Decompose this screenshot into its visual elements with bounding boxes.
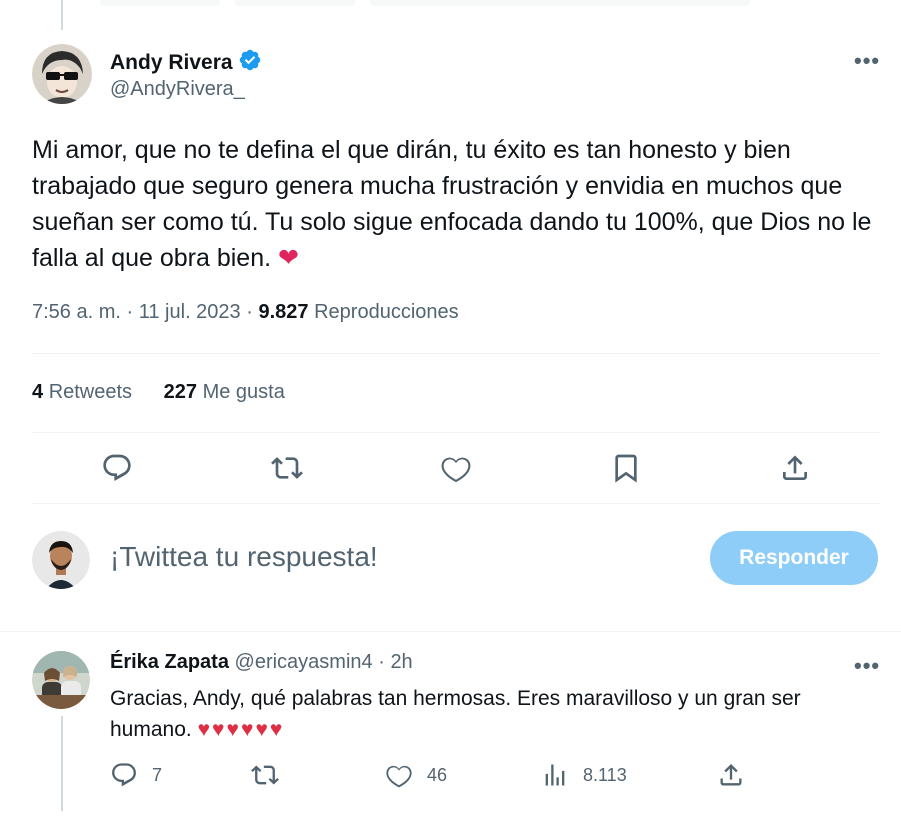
views-action[interactable]: 8.113 <box>541 761 627 789</box>
reply-time[interactable]: 2h <box>390 651 412 673</box>
view-count: 8.113 <box>583 764 627 785</box>
divider <box>32 432 880 433</box>
reply-icon[interactable] <box>101 452 133 484</box>
reply-button[interactable]: Responder <box>710 531 878 585</box>
ellipsis-icon[interactable]: ••• <box>854 48 880 74</box>
share-icon[interactable] <box>779 452 811 484</box>
views-count: 9.827 <box>258 301 309 323</box>
share-action[interactable] <box>717 761 745 789</box>
avatar[interactable] <box>32 44 92 104</box>
reply-count: 7 <box>152 764 163 785</box>
reply-author-handle[interactable]: @ericayasmin4 <box>235 651 373 673</box>
heart-emoji: ❤ <box>278 244 299 272</box>
verified-badge-icon <box>238 48 262 72</box>
like-count: 46 <box>427 764 448 785</box>
divider <box>32 353 880 354</box>
tweet-text: Mi amor, que no te defina el que dirán, … <box>32 136 872 272</box>
reply-action[interactable]: 7 <box>110 761 162 789</box>
reply-text: Gracias, Andy, qué palabras tan hermosas… <box>110 687 801 741</box>
retweet-icon[interactable] <box>271 452 303 484</box>
like-icon <box>386 765 412 788</box>
reply-icon <box>112 763 136 787</box>
share-icon <box>720 764 742 786</box>
thread-line <box>61 716 63 811</box>
reply-header: Érika Zapata @ericayasmin4 · 2h <box>110 651 413 673</box>
previous-tweet-remnant <box>0 0 901 30</box>
tweet-stats: 4 Retweets 227 Me gusta <box>32 381 311 404</box>
likes-stat[interactable]: 227 Me gusta <box>164 381 285 404</box>
heart-emojis: ♥♥♥♥♥♥ <box>197 718 285 741</box>
views-label: Reproducciones <box>314 301 459 323</box>
author-handle[interactable]: @AndyRivera_ <box>110 78 245 101</box>
divider <box>32 503 880 504</box>
analytics-icon <box>545 764 565 786</box>
retweets-stat[interactable]: 4 Retweets <box>32 381 132 404</box>
tweet-time[interactable]: 7:56 a. m. <box>32 301 121 323</box>
ellipsis-icon[interactable]: ••• <box>854 653 880 679</box>
reply-input[interactable]: ¡Twittea tu respuesta! <box>110 541 378 573</box>
ghost-bar <box>100 0 220 6</box>
ghost-bar <box>370 0 750 6</box>
bookmark-icon[interactable] <box>610 452 642 484</box>
author-name[interactable]: Andy Rivera <box>110 48 262 75</box>
retweet-icon <box>251 765 279 785</box>
user-avatar[interactable] <box>32 531 90 589</box>
like-action[interactable]: 46 <box>385 761 447 789</box>
tweet-meta: 7:56 a. m. · 11 jul. 2023 · 9.827 Reprod… <box>32 301 459 323</box>
reply-avatar[interactable] <box>32 651 90 709</box>
thread-line <box>61 0 63 30</box>
like-icon[interactable] <box>440 452 472 484</box>
ghost-bar <box>235 0 355 6</box>
retweet-action[interactable] <box>251 761 279 789</box>
divider <box>0 631 901 632</box>
reply-author-name[interactable]: Érika Zapata <box>110 651 229 673</box>
tweet-date[interactable]: 11 jul. 2023 <box>139 301 241 323</box>
